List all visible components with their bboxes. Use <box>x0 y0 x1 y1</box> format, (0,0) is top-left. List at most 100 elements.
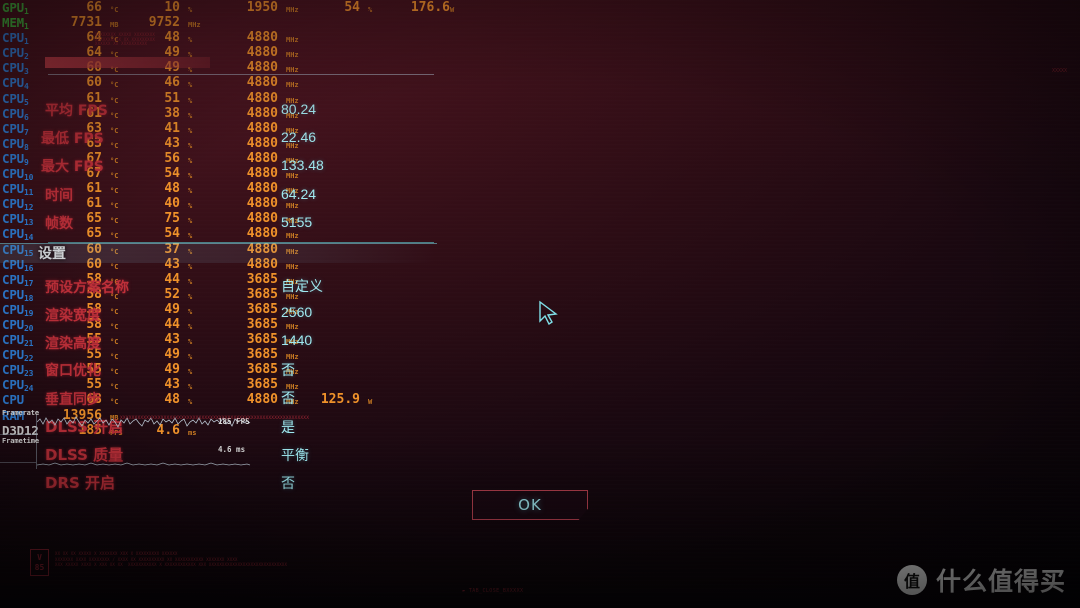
version-badge: V 85 <box>30 549 49 576</box>
osd-value: 4880 <box>246 45 278 61</box>
osd-value: 44 <box>164 271 180 287</box>
osd-value: 43 <box>164 135 180 151</box>
framerate-graph-title: Framerate <box>2 409 40 417</box>
osd-value: 3685 <box>246 271 278 287</box>
osd-value: 10 <box>164 0 180 15</box>
dialog-value-time: 64.24 <box>281 186 317 202</box>
osd-value: 4880 <box>246 211 278 227</box>
osd-value: 4880 <box>246 226 278 242</box>
osd-value: 4880 <box>246 90 278 106</box>
osd-value: 56 <box>164 150 180 166</box>
osd-selection-bar <box>45 57 210 68</box>
osd-value: 54 <box>344 0 360 15</box>
osd-value: 4880 <box>246 181 278 197</box>
osd-value: 61 <box>86 181 102 197</box>
dialog-label-vsync: 垂直同步 <box>45 392 101 408</box>
osd-value: 48 <box>164 30 180 46</box>
osd-value: 48 <box>164 392 180 408</box>
osd-value: 51 <box>164 90 180 106</box>
dialog-label-window-optimization: 窗口优化 <box>45 363 101 379</box>
osd-row: CPU4 60 °C 46% 4880 MHz <box>0 75 470 91</box>
dialog-label-avg-fps: 平均 FPS <box>45 103 108 119</box>
version-note-text: XX XX XX XXXXX X XXXXXXX XXX X XXXXXXXXX… <box>55 551 288 567</box>
osd-value: 61 <box>86 196 102 212</box>
osd-value: 52 <box>164 286 180 302</box>
osd-row: CPU1 64 °C 48% 4880 MHz <box>0 30 470 46</box>
osd-value: 66 <box>86 0 102 15</box>
osd-value: 65 <box>86 226 102 242</box>
osd-value: 125.9 <box>320 392 360 408</box>
dialog-value-frames: 5155 <box>281 214 313 230</box>
dialog-label-time: 时间 <box>45 188 73 204</box>
dialog-value-max-fps: 133.48 <box>281 157 324 173</box>
version-badge-line1: V <box>37 552 42 562</box>
osd-value: 41 <box>164 120 180 136</box>
game-tech-text-graph: XXXXXXXXXXXXXXXXXXXXXXXXXXXXXXXXXXXXXXXX… <box>120 416 310 421</box>
dialog-value-window-optimization[interactable]: 否 <box>281 360 295 380</box>
dialog-label-render-width: 渲染宽度 <box>45 308 101 324</box>
watermark-text: 什么值得买 <box>935 567 1066 596</box>
osd-value: 4880 <box>246 105 278 121</box>
osd-value: 54 <box>164 226 180 242</box>
photographed-screen: GPU1 66 °C 10% 1950 MHz 54% 176.6 W MEM1 7731 MB 975… <box>0 0 1080 608</box>
dialog-value-render-height[interactable]: 1440 <box>281 332 312 348</box>
osd-value: 3685 <box>246 316 278 332</box>
osd-value: 4880 <box>246 196 278 212</box>
osd-value: 43 <box>164 377 180 393</box>
osd-value: 43 <box>164 332 180 348</box>
screen-edge-text: XXXXX <box>1052 68 1068 74</box>
osd-value: 54 <box>164 166 180 182</box>
osd-value: 60 <box>86 75 102 91</box>
osd-value: 9752 <box>148 15 180 31</box>
osd-value: 4880 <box>246 135 278 151</box>
osd-row: MEM1 7731 MB 9752 MHz <box>0 15 470 31</box>
osd-value: 75 <box>164 211 180 227</box>
osd-value: 49 <box>164 362 180 378</box>
watermark: 值 什么值得买 <box>896 562 1066 598</box>
osd-row-label: CPU <box>2 392 24 408</box>
frametime-graph: Frametime 4.6 ms <box>0 437 251 472</box>
dialog-value-dlss-quality[interactable]: 平衡 <box>281 445 309 465</box>
dialog-label-min-fps: 最低 FPS <box>41 131 104 147</box>
dialog-title: 设置 <box>38 246 66 262</box>
ok-button-label: OK <box>518 496 542 514</box>
osd-value: 3685 <box>246 347 278 363</box>
osd-value: 176.6 <box>410 0 450 15</box>
osd-value: 48 <box>164 181 180 197</box>
osd-row: GPU1 66 °C 10% 1950 MHz 54% 176.6 W <box>0 0 470 16</box>
osd-value: 3685 <box>246 332 278 348</box>
osd-value: 38 <box>164 105 180 121</box>
osd-value: 4880 <box>246 166 278 182</box>
osd-value: 3685 <box>246 377 278 393</box>
mouse-cursor <box>539 300 558 326</box>
dialog-value-render-width[interactable]: 2560 <box>281 304 312 320</box>
osd-value: 65 <box>86 211 102 227</box>
osd-value: 3685 <box>246 362 278 378</box>
dialog-value-avg-fps: 80.24 <box>281 101 317 117</box>
dialog-separator-top <box>48 74 434 75</box>
osd-value: 3685 <box>246 286 278 302</box>
dialog-value-drs-enabled[interactable]: 否 <box>281 473 295 493</box>
frametime-graph-title: Frametime <box>2 437 40 445</box>
osd-value: 3685 <box>246 301 278 317</box>
ok-button[interactable]: OK <box>472 490 588 520</box>
watermark-logo: 值 <box>896 565 927 595</box>
version-badge-line2: 85 <box>34 562 45 572</box>
dialog-value-vsync[interactable]: 否 <box>281 388 295 408</box>
osd-value: 4880 <box>246 120 278 136</box>
osd-value: 4880 <box>246 75 278 91</box>
dialog-value-preset-name[interactable]: 自定义 <box>281 276 323 296</box>
osd-value: 49 <box>164 347 180 363</box>
dialog-label-render-height: 渲染高度 <box>45 336 101 352</box>
dialog-label-preset-name: 预设方案名称 <box>45 280 129 296</box>
dialog-label-drs-enabled: DRS 开启 <box>45 474 116 492</box>
dialog-label-frames: 帧数 <box>45 216 73 232</box>
osd-value: 1950 <box>246 0 278 15</box>
dialog-label-max-fps: 最大 FPS <box>41 159 104 175</box>
dialog-value-min-fps: 22.46 <box>281 129 317 145</box>
osd-value: 40 <box>164 196 180 212</box>
game-tech-text-top: XXXXXXXX XXXXX XXXXXXXX XXXXXXXXXX XX XX… <box>95 32 155 46</box>
osd-value: 46 <box>164 75 180 91</box>
osd-value: 4880 <box>246 392 278 408</box>
osd-value: 4880 <box>246 150 278 166</box>
